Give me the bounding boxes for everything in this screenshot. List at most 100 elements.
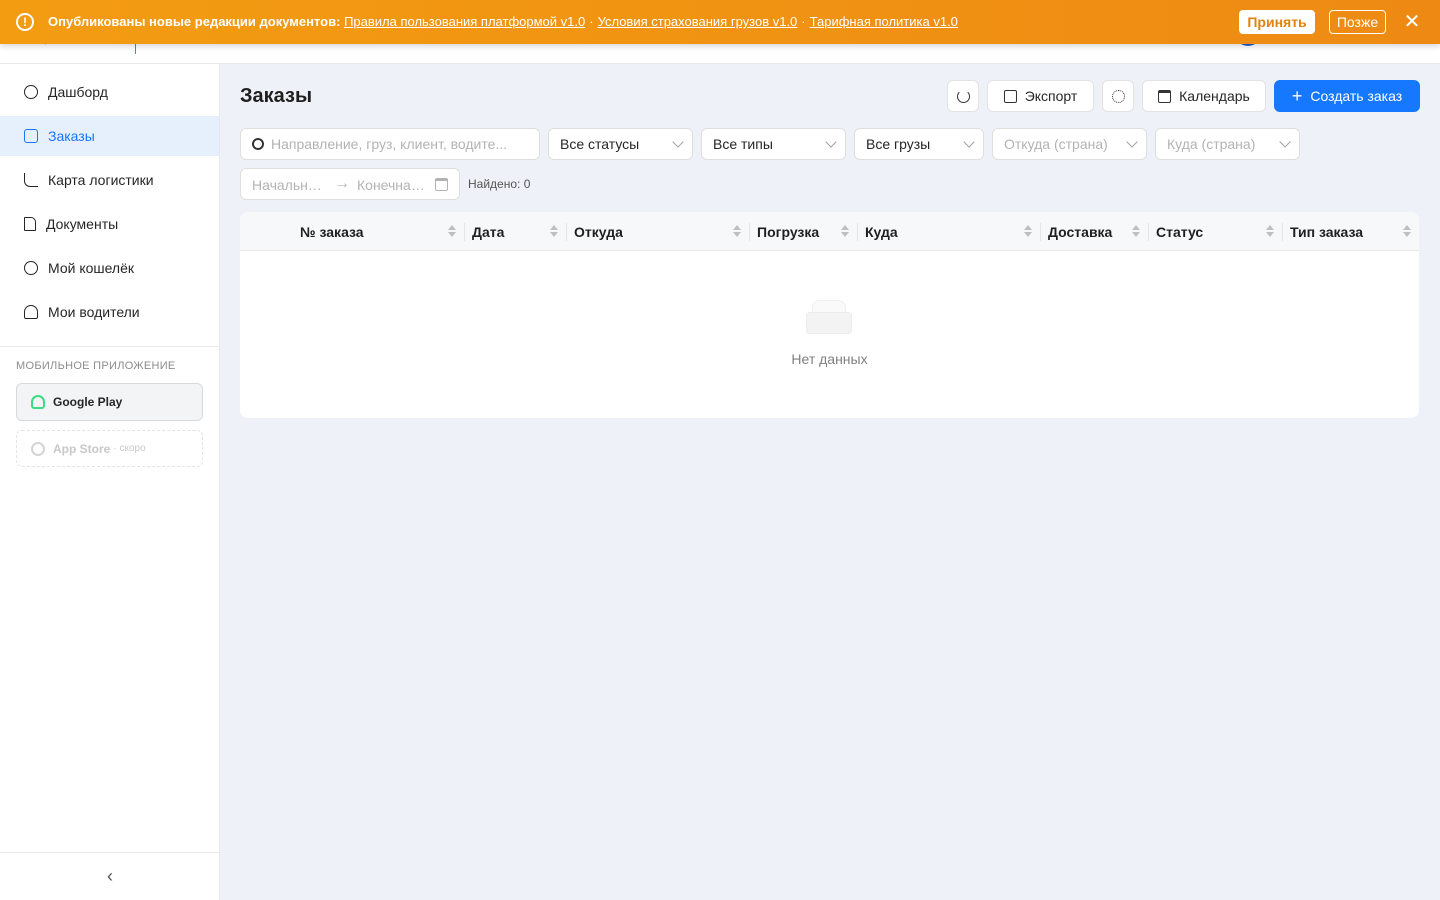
sidebar-divider (0, 346, 219, 347)
banner-link-tariff-policy[interactable]: Тарифная политика v1.0 (810, 14, 958, 29)
banner-link-insurance-terms[interactable]: Условия страхования грузов v1.0 (598, 14, 798, 29)
export-button[interactable]: Экспорт (987, 80, 1094, 112)
column-label: Статус (1156, 223, 1204, 240)
export-icon (1003, 89, 1017, 103)
drivers-icon (24, 305, 38, 319)
sidebar-item-label: Мой кошелёк (48, 260, 135, 276)
alert-icon: ! (16, 13, 34, 31)
date-range-picker[interactable]: Начальная дата → Конечная дата (240, 168, 460, 200)
plus-icon: + (1291, 86, 1303, 106)
column-status[interactable]: Статус (1148, 212, 1282, 251)
sidebar-item-logistics-map[interactable]: Карта логистики (0, 160, 219, 200)
sidebar-item-dashboard[interactable]: Дашборд (0, 72, 219, 112)
route-icon (24, 173, 38, 187)
app-store-button: App Store · скоро (16, 430, 203, 467)
sidebar-item-label: Заказы (48, 128, 95, 144)
collapse-sidebar-button[interactable]: ‹ (100, 864, 120, 888)
status-select-value: Все статусы (560, 136, 640, 152)
sort-icon[interactable] (448, 225, 456, 238)
chevron-down-icon (825, 136, 837, 148)
from-country-placeholder: Откуда (страна) (1004, 136, 1108, 152)
coin-icon (24, 261, 38, 275)
from-country-select[interactable]: Откуда (страна) (992, 128, 1147, 160)
to-country-placeholder: Куда (страна) (1167, 136, 1256, 152)
column-label: Куда (865, 223, 898, 240)
mobile-section-label: МОБИЛЬНОЕ ПРИЛОЖЕНИЕ (16, 360, 176, 372)
sort-icon[interactable] (1403, 225, 1411, 238)
column-label: Тип заказа (1290, 223, 1364, 240)
column-order-type[interactable]: Тип заказа (1282, 212, 1419, 251)
calendar-label: Календарь (1179, 88, 1250, 104)
sidebar-item-label: Мои водители (48, 304, 140, 320)
orders-table: № заказа Дата Откуда Погрузка Куда Доста… (240, 212, 1419, 418)
chevron-down-icon (1279, 136, 1291, 148)
column-date[interactable]: Дата (464, 212, 566, 251)
banner-separator: · (589, 14, 594, 29)
search-input[interactable] (271, 136, 511, 152)
app-store-soon: · скоро (113, 443, 146, 454)
banner-link-platform-rules[interactable]: Правила пользования платформой v1.0 (344, 14, 585, 29)
calendar-icon (435, 178, 448, 191)
sidebar-item-drivers[interactable]: Мои водители (0, 292, 219, 332)
sidebar-item-wallet[interactable]: Мой кошелёк (0, 248, 219, 288)
apple-icon (31, 442, 45, 456)
type-select[interactable]: Все типы (701, 128, 846, 160)
page-title: Заказы (240, 85, 313, 107)
sidebar-item-orders[interactable]: Заказы (0, 116, 219, 156)
document-icon (24, 217, 36, 231)
table-header: № заказа Дата Откуда Погрузка Куда Доста… (240, 212, 1419, 251)
export-label: Экспорт (1024, 88, 1078, 104)
sort-icon[interactable] (1024, 225, 1032, 238)
android-icon (31, 395, 45, 409)
close-icon[interactable]: ✕ (1402, 12, 1422, 32)
column-from[interactable]: Откуда (566, 212, 749, 251)
column-order-number[interactable]: № заказа (292, 212, 464, 251)
chevron-down-icon (672, 136, 684, 148)
column-label: Доставка (1048, 223, 1113, 240)
sort-icon[interactable] (733, 225, 741, 238)
column-label: № заказа (300, 223, 364, 240)
column-to[interactable]: Куда (857, 212, 1040, 251)
empty-inbox-icon (806, 300, 852, 334)
column-delivery[interactable]: Доставка (1040, 212, 1148, 251)
date-end-input[interactable]: Конечная дата (357, 177, 429, 193)
app-store-label: App Store (53, 441, 111, 456)
calendar-button[interactable]: Календарь (1142, 80, 1266, 112)
refresh-button[interactable] (947, 80, 979, 112)
empty-inbox-tray (806, 312, 852, 334)
chevron-down-icon (1126, 136, 1138, 148)
sort-icon[interactable] (1266, 225, 1274, 238)
results-count: Найдено: 0 (468, 177, 531, 191)
sidebar-item-documents[interactable]: Документы (0, 204, 219, 244)
refresh-icon (956, 89, 970, 103)
sort-icon[interactable] (841, 225, 849, 238)
sidebar-item-label: Дашборд (48, 84, 108, 100)
status-select[interactable]: Все статусы (548, 128, 693, 160)
to-country-select[interactable]: Куда (страна) (1155, 128, 1300, 160)
chevron-down-icon (963, 136, 975, 148)
column-label: Дата (472, 223, 505, 240)
later-button[interactable]: Позже (1329, 10, 1386, 34)
search-icon (252, 138, 264, 150)
cargo-select[interactable]: Все грузы (854, 128, 984, 160)
google-play-button[interactable]: Google Play (16, 383, 203, 421)
cargo-select-value: Все грузы (866, 136, 931, 152)
accept-button[interactable]: Принять (1239, 10, 1315, 34)
dashboard-icon (24, 85, 38, 99)
calendar-icon (1158, 89, 1172, 103)
empty-state-text: Нет данных (791, 351, 868, 367)
sidebar-bottom-divider (0, 852, 219, 853)
column-label: Откуда (574, 223, 623, 240)
banner-separator: · (801, 14, 806, 29)
sidebar-item-label: Документы (46, 216, 119, 232)
banner-message: Опубликованы новые редакции документов: … (48, 14, 958, 29)
sidebar-item-label: Карта логистики (48, 172, 154, 188)
settings-button[interactable] (1102, 80, 1134, 112)
sort-icon[interactable] (1132, 225, 1140, 238)
create-order-button[interactable]: + Создать заказ (1274, 80, 1420, 112)
date-start-input[interactable]: Начальная дата (252, 177, 328, 193)
column-loading[interactable]: Погрузка (749, 212, 857, 251)
google-play-label: Google Play (53, 395, 123, 409)
sort-icon[interactable] (550, 225, 558, 238)
box-icon (24, 129, 38, 143)
